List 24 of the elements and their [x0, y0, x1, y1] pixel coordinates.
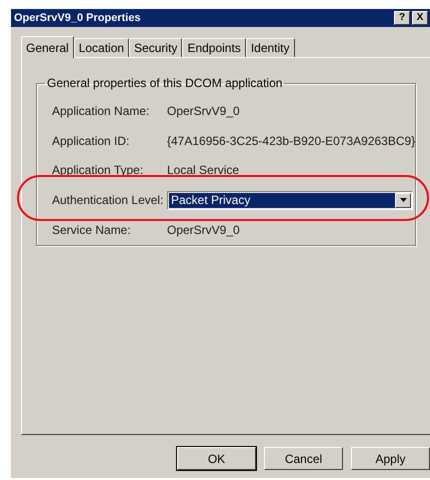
field-value: OperSrvV9_0	[167, 104, 240, 118]
dialog-button[interactable]: Cancel	[264, 447, 343, 470]
tab[interactable]: Identity	[246, 38, 295, 57]
dropdown-value: Packet Privacy	[169, 192, 395, 208]
tab[interactable]: Security	[129, 38, 182, 57]
field-value: Local Service	[167, 163, 240, 178]
field-label: Application ID:	[52, 134, 130, 148]
tab[interactable]: Endpoints	[182, 38, 246, 57]
tab[interactable]: Location	[74, 38, 130, 57]
field-label: Service Name:	[52, 223, 132, 238]
field-label: Authentication Level:	[52, 193, 164, 208]
window-title: OperSrvV9_0 Properties	[14, 12, 142, 24]
dialog-button[interactable]: OK	[177, 447, 256, 470]
close-button[interactable]: X	[412, 11, 428, 25]
dropdown-button[interactable]	[395, 192, 411, 208]
field-value: OperSrvV9_0	[167, 223, 240, 238]
tab[interactable]: General	[21, 36, 74, 58]
field-label: Application Name:	[52, 104, 150, 118]
field-value: {47A16956-3C25-423b-B920-E073A9263BC9}	[167, 134, 416, 148]
dropdown[interactable]: Packet Privacy	[167, 190, 413, 210]
help-button[interactable]: ?	[394, 11, 410, 25]
caret-icon	[400, 198, 406, 202]
group-title: General properties of this DCOM application	[46, 76, 284, 90]
dialog-button[interactable]: Apply	[351, 447, 430, 470]
